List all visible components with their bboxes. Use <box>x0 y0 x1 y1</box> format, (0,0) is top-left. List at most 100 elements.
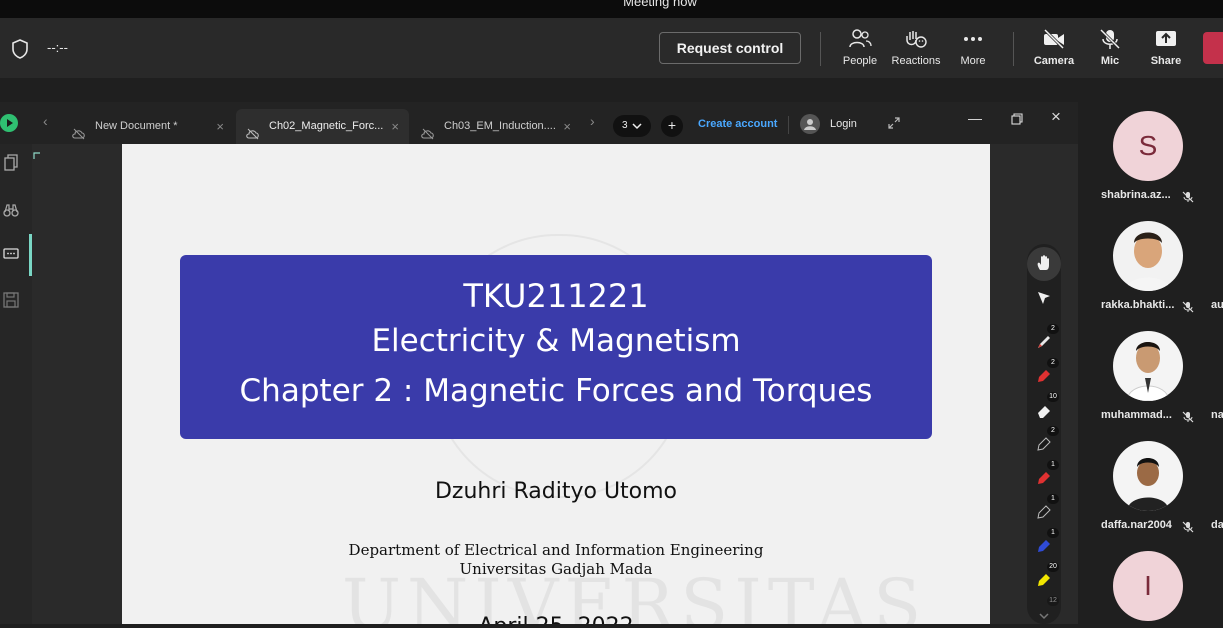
tool-count-badge: 1 <box>1047 528 1059 538</box>
restore-icon[interactable] <box>1011 112 1023 130</box>
tab-new-document[interactable]: New Document * × <box>62 109 234 144</box>
toolbar-divider <box>1013 32 1014 66</box>
app-tabbar: ‹ New Document * × Ch02_Magnetic_Forc...… <box>0 102 1078 144</box>
tab-scroll-left-icon[interactable]: ‹ <box>43 113 48 129</box>
participant-name-partial: na <box>1211 409 1223 421</box>
hand-tool[interactable] <box>1027 247 1061 281</box>
chapter-title: Chapter 2 : Magnetic Forces and Torques <box>239 373 873 409</box>
comment-icon[interactable] <box>3 247 19 266</box>
binoculars-icon[interactable] <box>3 202 19 223</box>
tool-count-badge: 10 <box>1047 392 1059 402</box>
mic-off-icon <box>1182 520 1194 538</box>
mic-label: Mic <box>1100 55 1120 67</box>
pen-icon <box>1037 505 1051 519</box>
eraser-tool[interactable]: 10 <box>1027 392 1061 424</box>
title-banner: TKU211221 Electricity & Magnetism Chapte… <box>180 255 932 439</box>
tool-count-badge: 1 <box>1047 460 1059 470</box>
avatar <box>1113 441 1183 511</box>
department: Department of Electrical and Information… <box>348 541 764 559</box>
user-icon <box>800 114 820 134</box>
meeting-toolbar: --:-- Request control People Reactions M… <box>0 18 1223 78</box>
fullscreen-icon[interactable] <box>887 116 901 135</box>
share-icon <box>1136 28 1196 50</box>
participant-name: daffa.nar2004 <box>1101 519 1172 531</box>
left-rail <box>0 144 32 624</box>
avatar: I <box>1113 551 1183 621</box>
people-label: People <box>842 55 878 67</box>
tab-label: Ch03_EM_Induction.... <box>444 120 556 132</box>
save-icon[interactable] <box>3 292 19 313</box>
minimize-icon[interactable]: — <box>968 110 982 126</box>
tab-ch02[interactable]: Ch02_Magnetic_Forc... × <box>236 109 409 144</box>
shared-screen: ‹ New Document * × Ch02_Magnetic_Forc...… <box>0 102 1078 624</box>
mic-button[interactable]: Mic <box>1080 24 1140 67</box>
select-tool[interactable] <box>1027 286 1061 314</box>
pen-icon <box>1037 437 1051 451</box>
university: Universitas Gadjah Mada <box>459 560 653 578</box>
meeting-title: Meeting now <box>623 0 697 9</box>
participant-name-partial: da <box>1211 519 1223 531</box>
participant-name: rakka.bhakti... <box>1101 299 1175 311</box>
avatar <box>1113 221 1183 291</box>
marker-icon <box>1038 370 1050 382</box>
hand-icon <box>1037 255 1049 270</box>
add-tab-button[interactable]: + <box>661 115 683 137</box>
shield-icon <box>10 38 30 65</box>
tool-count-badge: 2 <box>1047 358 1059 368</box>
pen-red-tool[interactable]: 1 <box>1027 460 1061 492</box>
tool-count-badge: 12 <box>1047 596 1059 606</box>
tool-count-badge: 1 <box>1047 494 1059 504</box>
tab-scroll-right-icon[interactable]: › <box>590 113 595 129</box>
share-button[interactable]: Share <box>1136 24 1196 67</box>
author-name: Dzuhri Radityo Utomo <box>434 479 678 504</box>
more-button[interactable]: More <box>943 24 1003 67</box>
pages-icon[interactable] <box>3 154 19 177</box>
marker-red-tool[interactable]: 2 <box>1027 358 1061 390</box>
people-icon <box>830 28 890 50</box>
pen-icon <box>1038 540 1050 552</box>
participant-name: shabrina.az... <box>1101 189 1171 201</box>
create-account-link[interactable]: Create account <box>698 118 777 130</box>
camera-label: Camera <box>1033 55 1075 67</box>
pen-blue-tool[interactable]: 1 <box>1027 528 1061 560</box>
login-label: Login <box>830 118 857 130</box>
reactions-button[interactable]: Reactions <box>886 24 946 67</box>
camera-button[interactable]: Camera <box>1024 24 1084 67</box>
more-icon <box>943 28 1003 50</box>
tab-ch03[interactable]: Ch03_EM_Induction.... × <box>411 109 581 144</box>
slide-page[interactable]: UNIVERSITAS TKU211221 Electricity & Magn… <box>122 144 990 624</box>
pen-icon <box>1038 336 1050 348</box>
request-control-button[interactable]: Request control <box>659 32 801 64</box>
tab-label: New Document * <box>95 120 178 132</box>
avatar <box>1113 331 1183 401</box>
tab-count: 3 <box>622 120 628 131</box>
close-icon[interactable]: × <box>216 109 224 144</box>
reactions-icon <box>886 28 946 50</box>
chevron-down-icon <box>632 123 642 130</box>
tool-count-badge: 2 <box>1047 426 1059 436</box>
tool-count-badge: 20 <box>1047 562 1059 572</box>
pen-tool-2[interactable]: 2 <box>1027 426 1061 458</box>
share-label: Share <box>1150 55 1182 67</box>
chevron-down-icon <box>1039 613 1049 620</box>
leave-button[interactable] <box>1203 32 1223 64</box>
more-label: More <box>960 55 986 67</box>
highlighter-tool[interactable]: 20 <box>1027 562 1061 594</box>
people-button[interactable]: People <box>830 24 890 67</box>
close-window-icon[interactable]: × <box>1051 107 1061 127</box>
pen-icon <box>1038 472 1050 484</box>
meeting-timer: --:-- <box>47 40 68 55</box>
pointer-icon <box>1038 292 1050 304</box>
pen-tool-3[interactable]: 1 <box>1027 494 1061 526</box>
participant-name: muhammad... <box>1101 409 1172 421</box>
mic-off-icon <box>1182 300 1194 318</box>
stage-gap <box>0 78 1223 102</box>
close-icon[interactable]: × <box>391 109 399 144</box>
tab-count-dropdown[interactable]: 3 <box>613 115 651 137</box>
pen-tool-1[interactable]: 2 <box>1027 324 1061 356</box>
tabbar-divider <box>788 116 789 134</box>
close-icon[interactable]: × <box>563 109 571 144</box>
tab-label: Ch02_Magnetic_Forc... <box>269 120 384 132</box>
eraser-icon <box>1038 406 1050 418</box>
toolbar-divider <box>820 32 821 66</box>
